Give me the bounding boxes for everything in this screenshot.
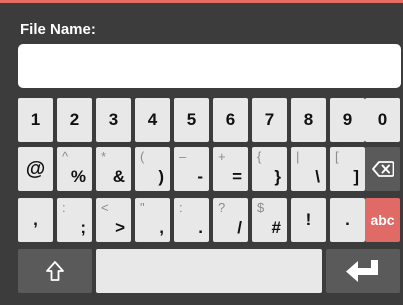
shift-button[interactable]	[18, 249, 92, 293]
key-hash[interactable]: $ #	[252, 198, 287, 242]
backspace-button[interactable]	[365, 147, 400, 191]
file-name-label: File Name:	[20, 21, 96, 38]
key-2[interactable]: 2	[57, 98, 92, 142]
space-bar[interactable]	[96, 249, 322, 293]
key-close-bracket[interactable]: [ ]	[330, 147, 365, 191]
key-minus[interactable]: – -	[174, 147, 209, 191]
key-quote-comma[interactable]: " ,	[135, 198, 170, 242]
key-9[interactable]: 9	[330, 98, 365, 142]
abc-mode-button[interactable]: abc	[365, 198, 400, 242]
key-8[interactable]: 8	[291, 98, 326, 142]
key-comma[interactable]: ,	[18, 198, 53, 242]
key-5[interactable]: 5	[174, 98, 209, 142]
key-4[interactable]: 4	[135, 98, 170, 142]
key-exclamation[interactable]: !	[291, 198, 326, 242]
key-equals[interactable]: + =	[213, 147, 248, 191]
key-period[interactable]: .	[330, 198, 365, 242]
file-name-input[interactable]	[18, 44, 401, 88]
shift-icon	[45, 260, 65, 282]
key-percent[interactable]: ^ %	[57, 147, 92, 191]
key-6[interactable]: 6	[213, 98, 248, 142]
key-ampersand[interactable]: * &	[96, 147, 131, 191]
enter-button[interactable]	[326, 249, 400, 293]
key-semicolon[interactable]: : ;	[57, 198, 92, 242]
key-1[interactable]: 1	[18, 98, 53, 142]
key-close-paren[interactable]: ( )	[135, 147, 170, 191]
key-backslash[interactable]: | \	[291, 147, 326, 191]
enter-icon	[344, 258, 382, 284]
keyboard-panel: File Name: 1 2 3 4 5 6 7 8 9 0 @ ^ % * &…	[0, 0, 403, 305]
key-greater-than[interactable]: < >	[96, 198, 131, 242]
key-7[interactable]: 7	[252, 98, 287, 142]
key-3[interactable]: 3	[96, 98, 131, 142]
key-colon-period[interactable]: : .	[174, 198, 209, 242]
key-0[interactable]: 0	[365, 98, 400, 142]
key-slash[interactable]: ? /	[213, 198, 248, 242]
key-at[interactable]: @	[18, 147, 53, 191]
key-close-brace[interactable]: { }	[252, 147, 287, 191]
backspace-icon	[371, 161, 394, 177]
